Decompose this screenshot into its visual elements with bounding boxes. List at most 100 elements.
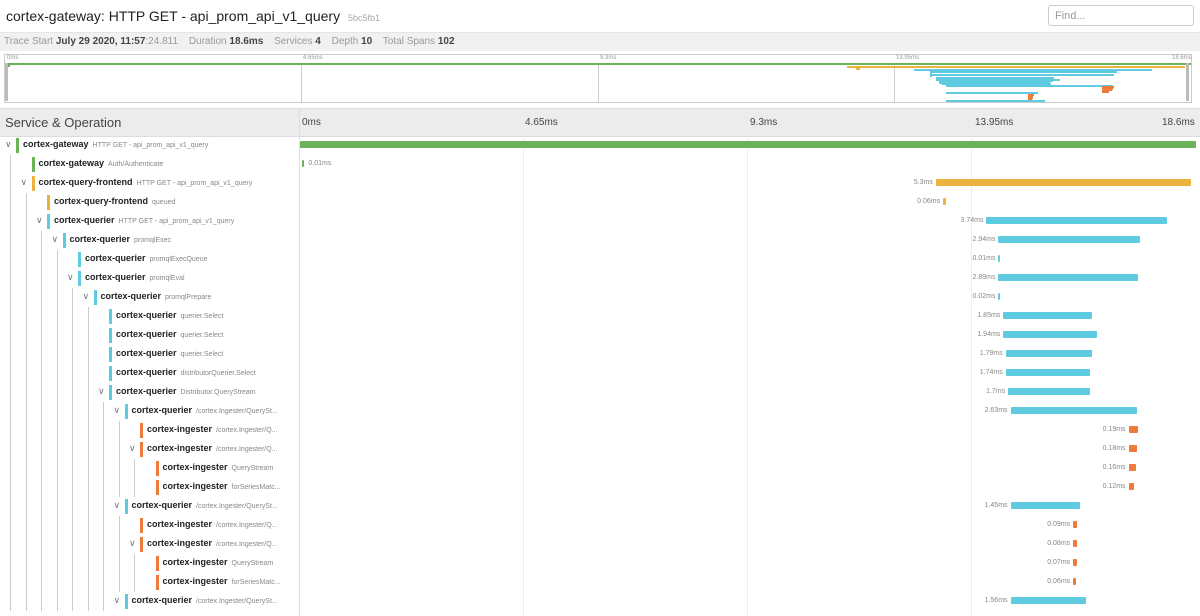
span-bar[interactable] bbox=[998, 255, 1001, 262]
span-bar[interactable] bbox=[998, 293, 1001, 300]
span-bar[interactable] bbox=[1073, 559, 1077, 566]
span-name-cell[interactable]: ∨ cortex-ingester/cortex.Ingester/Q... bbox=[0, 440, 299, 459]
span-bar[interactable] bbox=[1010, 407, 1138, 414]
span-bar[interactable] bbox=[935, 179, 1192, 186]
span-bar[interactable] bbox=[1010, 597, 1086, 604]
tree-guide-line bbox=[56, 478, 58, 497]
span-row[interactable]: cortex-ingester/cortex.Ingester/Q... 0.09… bbox=[0, 516, 1200, 535]
span-name-cell[interactable]: cortex-querier querier.Select bbox=[0, 326, 299, 345]
span-name-cell[interactable]: ∨ cortex-query-frontend HTTP GET - api_pro… bbox=[0, 174, 299, 193]
span-name-cell[interactable]: cortex-ingester QueryStream bbox=[0, 554, 299, 573]
span-bar[interactable] bbox=[1073, 578, 1077, 585]
span-name-cell[interactable]: cortex-querier distributorQuerier.Select bbox=[0, 364, 299, 383]
span-bar[interactable] bbox=[1128, 483, 1135, 490]
find-input[interactable] bbox=[1048, 5, 1194, 26]
span-name-cell[interactable]: ∨ cortex-gateway HTTP GET - api_prom_api_v… bbox=[0, 136, 299, 155]
minimap-span-bar bbox=[929, 73, 1114, 76]
span-row[interactable]: cortex-gateway Auth/Authenticate 0.01ms bbox=[0, 155, 1200, 174]
span-name-cell[interactable]: cortex-gateway Auth/Authenticate bbox=[0, 155, 299, 174]
chevron-down-icon[interactable]: ∨ bbox=[21, 177, 28, 188]
span-name-cell[interactable]: cortex-ingester QueryStream bbox=[0, 459, 299, 478]
span-name-cell[interactable]: ∨ cortex-querier Distributor.QueryStream bbox=[0, 383, 299, 402]
span-name-cell[interactable]: ∨ cortex-querier promqlPrepare bbox=[0, 288, 299, 307]
span-row[interactable]: ∨ cortex-ingester/cortex.Ingester/Q... 0.0… bbox=[0, 535, 1200, 554]
span-bar[interactable] bbox=[302, 160, 305, 167]
minimap-handle-right[interactable] bbox=[1186, 63, 1189, 101]
span-row[interactable]: ∨ cortex-querier/cortex.Ingester/QuerySt.… bbox=[0, 592, 1200, 611]
chevron-down-icon[interactable]: ∨ bbox=[98, 386, 105, 397]
depth-value: 10 bbox=[361, 36, 373, 47]
span-row[interactable]: ∨ cortex-query-frontend HTTP GET - api_pro… bbox=[0, 174, 1200, 193]
span-name-cell[interactable]: cortex-querier querier.Select bbox=[0, 345, 299, 364]
span-row[interactable]: ∨ cortex-querier promqlExec 2.94ms bbox=[0, 231, 1200, 250]
chevron-down-icon[interactable]: ∨ bbox=[129, 538, 136, 549]
span-row[interactable]: ∨ cortex-querier/cortex.Ingester/QuerySt.… bbox=[0, 497, 1200, 516]
span-bar[interactable] bbox=[1128, 464, 1137, 471]
chevron-down-icon[interactable]: ∨ bbox=[36, 215, 43, 226]
span-row[interactable]: ∨ cortex-querier/cortex.Ingester/QuerySt.… bbox=[0, 402, 1200, 421]
span-row[interactable]: cortex-querier querier.Select 1.85ms bbox=[0, 307, 1200, 326]
span-row[interactable]: cortex-ingester/cortex.Ingester/Q... 0.19… bbox=[0, 421, 1200, 440]
span-row[interactable]: cortex-querier distributorQuerier.Select 1… bbox=[0, 364, 1200, 383]
span-row[interactable]: cortex-ingester QueryStream 0.07ms bbox=[0, 554, 1200, 573]
chevron-down-icon[interactable]: ∨ bbox=[129, 443, 136, 454]
span-row[interactable]: cortex-querier querier.Select 1.94ms bbox=[0, 326, 1200, 345]
chevron-down-icon[interactable]: ∨ bbox=[83, 291, 90, 302]
span-row[interactable]: cortex-ingester forSeriesMatc... 0.06ms bbox=[0, 573, 1200, 592]
span-name-cell[interactable]: ∨ cortex-ingester/cortex.Ingester/Q... bbox=[0, 535, 299, 554]
span-name-cell[interactable]: cortex-ingester/cortex.Ingester/Q... bbox=[0, 516, 299, 535]
span-operation-name: querier.Select bbox=[180, 332, 224, 339]
tree-guide-line bbox=[134, 573, 135, 592]
span-name-cell[interactable]: cortex-query-frontend queued bbox=[0, 193, 299, 212]
span-bar[interactable] bbox=[986, 217, 1167, 224]
chevron-down-icon[interactable]: ∨ bbox=[114, 595, 121, 606]
chevron-down-icon[interactable]: ∨ bbox=[114, 405, 121, 416]
tree-guide-line bbox=[103, 592, 104, 611]
span-name-cell[interactable]: cortex-ingester forSeriesMatc... bbox=[0, 478, 299, 497]
span-bar[interactable] bbox=[1128, 426, 1138, 433]
chevron-down-icon[interactable]: ∨ bbox=[52, 234, 59, 245]
span-row[interactable]: ∨ cortex-querier promqlEval 2.89ms bbox=[0, 269, 1200, 288]
span-name-cell[interactable]: cortex-ingester forSeriesMatc... bbox=[0, 573, 299, 592]
minimap-handle-left[interactable] bbox=[5, 63, 8, 101]
span-bar[interactable] bbox=[943, 198, 946, 205]
span-bar[interactable] bbox=[1010, 502, 1081, 509]
span-name-cell[interactable]: ∨ cortex-querier promqlExec bbox=[0, 231, 299, 250]
span-name-cell[interactable]: cortex-querier promqlExecQueue bbox=[0, 250, 299, 269]
span-service-name: cortex-ingester forSeriesMatc... bbox=[163, 576, 281, 586]
span-bar[interactable] bbox=[1003, 331, 1097, 338]
span-bar[interactable] bbox=[998, 274, 1138, 281]
span-name-cell[interactable]: cortex-querier querier.Select bbox=[0, 307, 299, 326]
span-name-cell[interactable]: ∨ cortex-querier promqlEval bbox=[0, 269, 299, 288]
span-bar[interactable] bbox=[1005, 369, 1090, 376]
span-row[interactable]: cortex-querier querier.Select 1.79ms bbox=[0, 345, 1200, 364]
trace-minimap[interactable]: 0ms 4.65ms 9.3ms 13.95ms 18.6ms bbox=[4, 54, 1192, 103]
span-name-cell[interactable]: ∨ cortex-querier HTTP GET - api_prom_api_v… bbox=[0, 212, 299, 231]
span-bar[interactable] bbox=[1005, 350, 1092, 357]
chevron-down-icon[interactable]: ∨ bbox=[67, 272, 74, 283]
span-row[interactable]: ∨ cortex-querier Distributor.QueryStream 1.… bbox=[0, 383, 1200, 402]
timeline-tick: 9.3ms bbox=[750, 117, 778, 128]
chevron-down-icon[interactable]: ∨ bbox=[5, 139, 12, 150]
span-row[interactable]: cortex-ingester forSeriesMatc... 0.12ms bbox=[0, 478, 1200, 497]
span-bar[interactable] bbox=[1073, 521, 1078, 528]
span-row[interactable]: ∨ cortex-querier promqlPrepare 0.02ms bbox=[0, 288, 1200, 307]
span-row[interactable]: ∨ cortex-ingester/cortex.Ingester/Q... 0.1… bbox=[0, 440, 1200, 459]
span-bar[interactable] bbox=[1008, 388, 1091, 395]
service-name-text: cortex-querier bbox=[100, 291, 162, 301]
chevron-down-icon[interactable]: ∨ bbox=[114, 500, 121, 511]
span-row[interactable]: ∨ cortex-querier HTTP GET - api_prom_api_v… bbox=[0, 212, 1200, 231]
span-row[interactable]: cortex-ingester QueryStream 0.16ms bbox=[0, 459, 1200, 478]
span-bar[interactable] bbox=[1003, 312, 1093, 319]
span-row[interactable]: cortex-query-frontend queued 0.06ms bbox=[0, 193, 1200, 212]
span-row[interactable]: cortex-querier promqlExecQueue 0.01ms bbox=[0, 250, 1200, 269]
span-bar[interactable] bbox=[1128, 445, 1138, 452]
span-bar[interactable] bbox=[300, 141, 1196, 148]
span-name-cell[interactable]: ∨ cortex-querier/cortex.Ingester/QuerySt.… bbox=[0, 592, 299, 611]
span-name-cell[interactable]: ∨ cortex-querier/cortex.Ingester/QuerySt.… bbox=[0, 402, 299, 421]
span-bar[interactable] bbox=[998, 236, 1141, 243]
span-bar[interactable] bbox=[1073, 540, 1077, 547]
span-row[interactable]: ∨ cortex-gateway HTTP GET - api_prom_api_v… bbox=[0, 136, 1200, 155]
span-name-cell[interactable]: cortex-ingester/cortex.Ingester/Q... bbox=[0, 421, 299, 440]
span-name-cell[interactable]: ∨ cortex-querier/cortex.Ingester/QuerySt.… bbox=[0, 497, 299, 516]
